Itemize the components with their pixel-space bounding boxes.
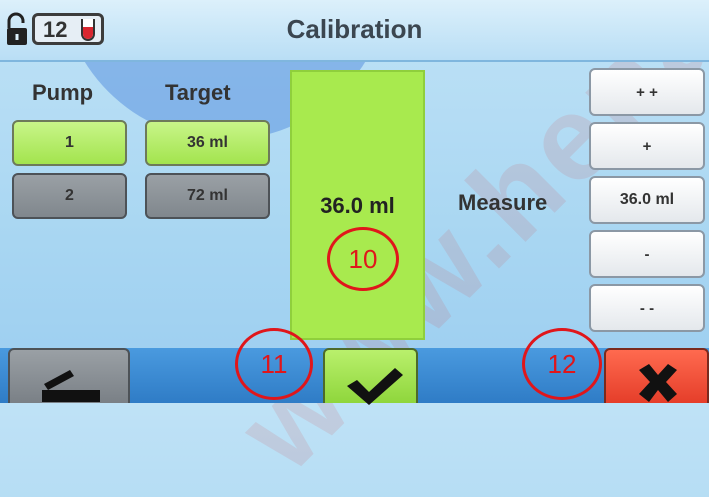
marker-12: 12 xyxy=(522,328,602,400)
page-title: Calibration xyxy=(286,14,423,44)
pump-header: Pump xyxy=(32,80,94,105)
confirm-button[interactable] xyxy=(323,348,418,405)
header-bar: 12 Calibration xyxy=(0,0,709,62)
increase-large-button[interactable]: + + xyxy=(589,68,705,116)
decrease-button[interactable]: - xyxy=(589,230,705,278)
check-icon xyxy=(347,368,403,405)
target-header: Target xyxy=(165,80,231,105)
measure-value-field[interactable]: 36.0 ml xyxy=(589,176,705,224)
back-button[interactable] xyxy=(8,348,130,403)
increase-button[interactable]: + xyxy=(589,122,705,170)
marker-11: 11 xyxy=(235,328,313,400)
current-volume-value: 36.0 ml xyxy=(320,193,395,218)
target-72-button[interactable]: 72 ml xyxy=(145,173,270,219)
measure-label: Measure xyxy=(458,190,548,215)
footer-bar xyxy=(0,348,709,405)
close-icon xyxy=(639,364,677,402)
marker-10: 10 xyxy=(327,227,399,291)
target-36-button[interactable]: 36 ml xyxy=(145,120,270,166)
pump-2-button[interactable]: 2 xyxy=(12,173,127,219)
current-volume-panel: 36.0 ml xyxy=(290,70,425,340)
cancel-button[interactable] xyxy=(604,348,709,403)
back-icon xyxy=(42,370,100,402)
decrease-large-button[interactable]: - - xyxy=(589,284,705,332)
pump-1-button[interactable]: 1 xyxy=(12,120,127,166)
